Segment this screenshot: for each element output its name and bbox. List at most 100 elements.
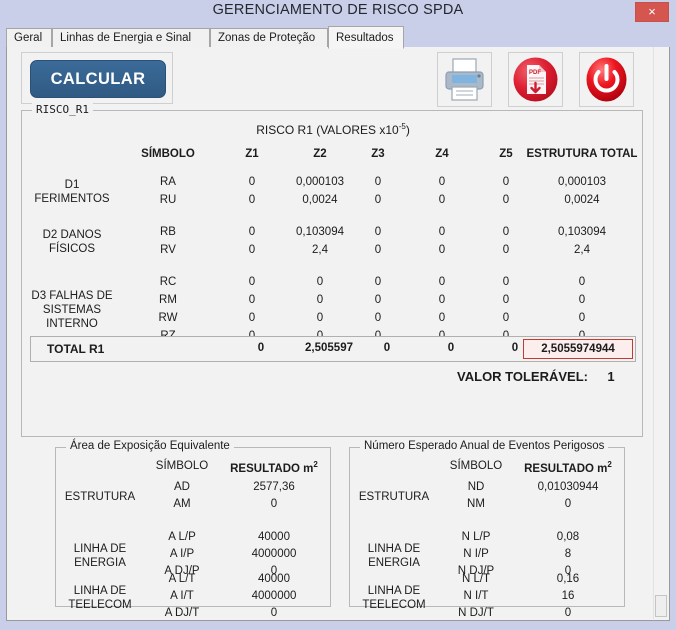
list-item: A L/P 40000 (56, 530, 332, 545)
window-title: GERENCIAMENTO DE RISCO SPDA (212, 2, 464, 18)
area-cell-result: 2577,36 (253, 481, 295, 493)
tab-linhas-de-energia-e-sinal[interactable]: Linhas de Energia e Sinal (52, 28, 210, 48)
risco-caption-suffix: ) (405, 123, 410, 137)
risco-table-header-row: SÍMBOLO Z1 Z2 Z3 Z4 Z5 ESTRUTURA TOTAL (22, 146, 644, 162)
table-row: RU 0 0,0024 0 0 0 0,0024 (22, 192, 644, 208)
tab-resultados[interactable]: Resultados (328, 26, 404, 49)
eventos-cell-result: 0,08 (556, 531, 580, 543)
area-cell-symbol: A L/P (168, 531, 196, 543)
list-item: A L/T 40000 (56, 572, 332, 587)
list-item: ND 0,01030944 (350, 480, 626, 495)
vertical-scrollbar-thumb[interactable] (655, 595, 667, 617)
eventos-cell-symbol: N DJ/T (458, 607, 494, 619)
area-cell-result: 0 (270, 607, 278, 619)
risco-cell-total: 0,103094 (558, 226, 606, 238)
area-cell-result: 40000 (258, 573, 290, 585)
printer-icon (445, 58, 484, 101)
table-row: RB 0 0,103094 0 0 0 0,103094 (22, 224, 644, 240)
eventos-cell-result: 8 (564, 548, 572, 560)
risco-cell-symbol: RC (159, 276, 177, 288)
risco-cell-symbol: RA (160, 176, 176, 188)
pdf-download-icon: PDF (513, 57, 558, 102)
eventos-cell-symbol: N I/T (463, 590, 489, 602)
risco-cell-symbol: RU (159, 194, 177, 206)
list-item: AM 0 (56, 497, 332, 512)
risco-cell-symbol: RV (160, 244, 176, 256)
eventos-cell-result: 0,16 (556, 573, 580, 585)
risco-cell-total: 0 (578, 276, 586, 288)
list-item: NM 0 (350, 497, 626, 512)
eventos-cell-symbol: N L/T (461, 573, 491, 585)
risco-r1-group: RISCO_R1 RISCO R1 (VALORES x10-5) SÍMBOL… (21, 103, 644, 437)
area-cell-result: 40000 (258, 531, 290, 543)
tolerable-label: VALOR TOLERÁVEL: (457, 369, 588, 384)
risco-column-header: SÍMBOLO (141, 148, 195, 160)
eventos-perigosos-group: Número Esperado Anual de Eventos Perigos… (349, 440, 626, 619)
area-header-symbol: SÍMBOLO (155, 460, 209, 472)
risco-r1-group-label: RISCO_R1 (32, 103, 93, 116)
tolerable-value: 1 (607, 369, 615, 384)
total-r1-label: TOTAL R1 (47, 342, 105, 356)
eventos-header-result-text: RESULTADO m (524, 462, 608, 475)
list-item: N I/P 8 (350, 547, 626, 562)
area-cell-symbol: AD (174, 481, 190, 493)
area-header-result-sup: 2 (313, 460, 318, 469)
risco-cell-symbol: RB (160, 226, 176, 238)
area-cell-result: 0 (270, 498, 278, 510)
area-exposicao-group-label: Área de Exposição Equivalente (66, 440, 234, 452)
tolerable-value-row: VALOR TOLERÁVEL: 1 (22, 369, 634, 384)
table-row: RW 0 0 0 0 0 0 (22, 310, 644, 326)
table-row: RC 0 0 0 0 0 0 (22, 274, 644, 290)
eventos-cell-symbol: N I/P (463, 548, 489, 560)
risco-caption-prefix: RISCO R1 (VALORES x10 (256, 123, 399, 137)
eventos-cell-result: 0 (564, 607, 572, 619)
eventos-cell-result: 0,01030944 (537, 481, 599, 493)
area-cell-result: 4000000 (251, 548, 297, 560)
risco-cell-total: 0,000103 (558, 176, 606, 188)
title-bar: GERENCIAMENTO DE RISCO SPDA × (0, 0, 676, 25)
risco-column-header: ESTRUTURA TOTAL (526, 148, 638, 160)
eventos-cell-symbol: ND (467, 481, 485, 493)
list-item: N L/P 0,08 (350, 530, 626, 545)
list-item: AD 2577,36 (56, 480, 332, 495)
area-cell-symbol: A L/T (168, 573, 196, 585)
tab-zonas-de-prote-o[interactable]: Zonas de Proteção (210, 28, 328, 48)
list-item: A I/T 4000000 (56, 589, 332, 604)
calculate-toolbar-group: CALCULAR (21, 52, 173, 104)
total-r1-row: TOTAL R1 0 2,505597 0 0 0 2,5055974944 (30, 336, 636, 362)
tab-geral[interactable]: Geral (6, 28, 52, 48)
risco-cell-total: 0 (578, 312, 586, 324)
vertical-scrollbar[interactable] (653, 47, 668, 619)
list-item: N L/T 0,16 (350, 572, 626, 587)
list-item: A I/P 4000000 (56, 547, 332, 562)
area-cell-symbol: A I/P (169, 548, 195, 560)
total-r1-structure-total: 2,5055974944 (523, 339, 633, 359)
area-cell-symbol: A I/T (170, 590, 194, 602)
area-exposicao-group: Área de Exposição Equivalente SÍMBOLO RE… (55, 440, 332, 619)
table-row: RV 0 2,4 0 0 0 2,4 (22, 242, 644, 258)
list-item: N I/T 16 (350, 589, 626, 604)
list-item: N DJ/T 0 (350, 606, 626, 621)
export-pdf-button[interactable]: PDF (508, 52, 563, 107)
eventos-cell-symbol: N L/P (461, 531, 491, 543)
area-cell-symbol: A DJ/T (164, 607, 200, 619)
tab-strip: Geral Linhas de Energia e Sinal Zonas de P… (6, 26, 670, 49)
print-button[interactable] (437, 52, 492, 107)
tab-content-resultados: CALCULAR PDF RISCO_R1 RISCO R1 (VALORES … (6, 47, 670, 621)
eventos-header-result: RESULTADO m2 (516, 460, 620, 475)
exit-button[interactable] (579, 52, 634, 107)
eventos-cell-symbol: NM (467, 498, 485, 510)
list-item: A DJ/T 0 (56, 606, 332, 621)
table-row: RA 0 0,000103 0 0 0 0,000103 (22, 174, 644, 190)
eventos-cell-result: 16 (561, 590, 575, 602)
eventos-cell-result: 0 (564, 498, 572, 510)
risco-cell-total: 0 (578, 294, 586, 306)
area-header-result: RESULTADO m2 (222, 460, 326, 475)
risco-cell-symbol: RM (159, 294, 177, 306)
calculate-button[interactable]: CALCULAR (30, 60, 166, 98)
risco-cell-total: 0,0024 (564, 194, 600, 206)
eventos-perigosos-group-label: Número Esperado Anual de Eventos Perigos… (360, 440, 609, 452)
eventos-header-result-sup: 2 (607, 460, 612, 469)
risco-r1-caption: RISCO R1 (VALORES x10-5) (22, 122, 644, 137)
close-button[interactable]: × (635, 2, 669, 22)
